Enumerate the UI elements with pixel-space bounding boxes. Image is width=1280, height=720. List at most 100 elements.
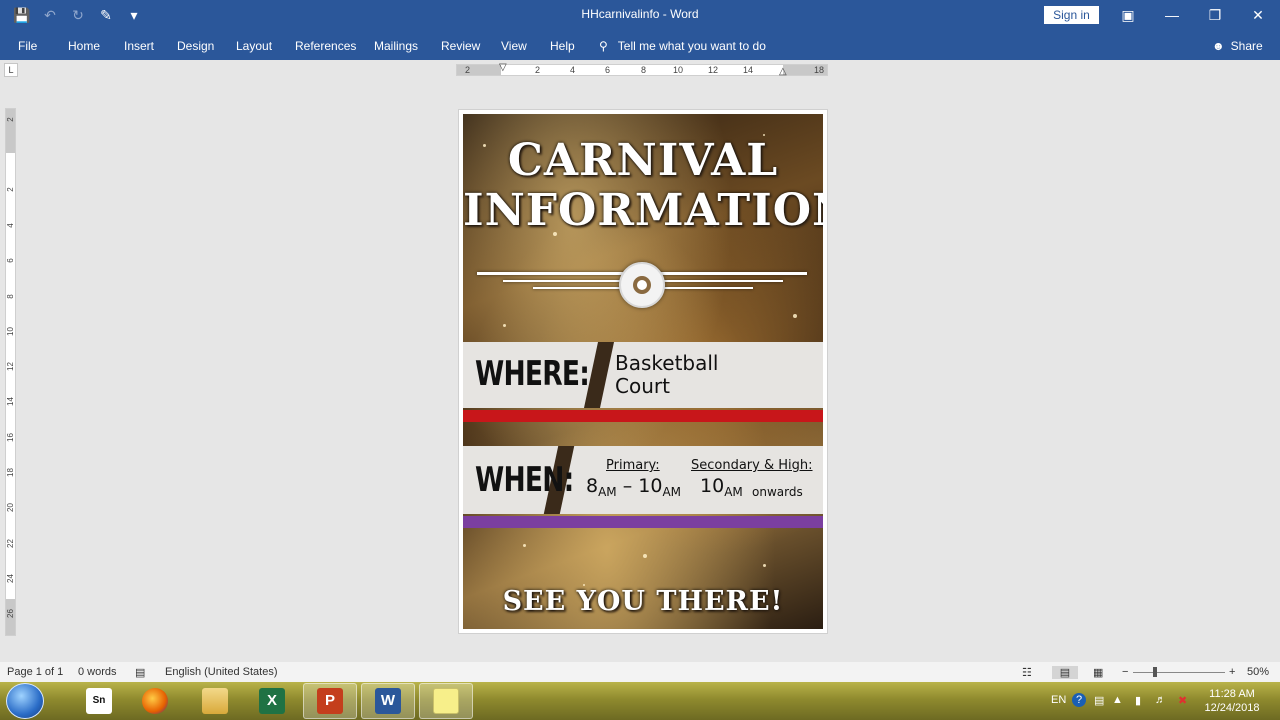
- show-hidden-icons-icon[interactable]: ▲: [1112, 694, 1123, 706]
- word-count[interactable]: 0 words: [78, 666, 117, 678]
- share-label: Share: [1230, 39, 1263, 53]
- network-icon[interactable]: ▤: [1094, 694, 1104, 707]
- where-band: WHERE: Basketball Court: [463, 342, 823, 408]
- secondary-time: 10AM: [700, 475, 743, 499]
- where-line2: Court: [615, 374, 670, 398]
- carnival-poster-image[interactable]: CARNIVAL INFORMATION WHERE: Basketball C…: [463, 114, 823, 629]
- page-count[interactable]: Page 1 of 1: [7, 666, 63, 678]
- vertical-ruler[interactable]: 2 2 4 6 8 10 12 14 16 18 20 22 24 26: [5, 108, 16, 636]
- tab-home[interactable]: Home: [68, 39, 100, 53]
- poster-title-line2: INFORMATION: [463, 185, 823, 236]
- sticky-notes-icon: [433, 688, 459, 714]
- ribbon-display-options-icon[interactable]: ▣: [1116, 4, 1140, 26]
- clock-time: 11:28 AM: [1209, 688, 1255, 700]
- when-label: WHEN:: [475, 460, 574, 500]
- when-band: WHEN: Primary: Secondary & High: 8AM – 1…: [463, 446, 823, 514]
- ruler-tick: 6: [6, 258, 15, 263]
- sparkle: [643, 554, 647, 558]
- ribbon-tabs: File Home Insert Design Layout Reference…: [0, 31, 1280, 60]
- where-location: Basketball Court: [615, 352, 718, 398]
- ruler-tick: 16: [6, 433, 15, 442]
- ruler-tick: 26: [6, 609, 15, 618]
- ruler-tick: 2: [6, 187, 15, 192]
- help-icon[interactable]: ?: [1072, 693, 1086, 707]
- person-icon: ☻: [1212, 39, 1225, 53]
- taskbar-snagit[interactable]: Sn: [72, 683, 126, 719]
- taskbar-word[interactable]: W: [361, 683, 415, 719]
- taskbar-sticky-notes[interactable]: [419, 683, 473, 719]
- tab-insert[interactable]: Insert: [124, 39, 154, 53]
- horizontal-ruler[interactable]: 2 2 4 6 8 10 12 14 18 ▽ △: [456, 63, 828, 77]
- tab-view[interactable]: View: [501, 39, 527, 53]
- ruler-tick: 12: [6, 362, 15, 371]
- sign-in-button[interactable]: Sign in: [1044, 6, 1099, 24]
- snagit-icon: Sn: [86, 688, 112, 714]
- ruler-tick: 2: [6, 117, 15, 122]
- folder-icon: [202, 688, 228, 714]
- input-language[interactable]: EN: [1051, 694, 1066, 706]
- emblem-icon: [619, 262, 665, 308]
- zoom-slider-thumb[interactable]: [1153, 667, 1157, 677]
- battery-icon[interactable]: ▮: [1135, 694, 1141, 707]
- zoom-level[interactable]: 50%: [1247, 666, 1269, 678]
- red-stripe: [463, 410, 823, 422]
- action-center-icon[interactable]: ✖: [1178, 694, 1187, 707]
- tab-layout[interactable]: Layout: [236, 39, 272, 53]
- web-layout-icon[interactable]: ▦: [1093, 666, 1103, 679]
- primary-start: 8: [586, 475, 599, 497]
- title-bar: 💾 ↶ ↻ ✎ ▾ HHcarnivalinfo - Word Sign in …: [0, 0, 1280, 31]
- secondary-onwards: onwards: [752, 485, 803, 499]
- taskbar-excel[interactable]: X: [245, 683, 299, 719]
- close-icon[interactable]: ✕: [1246, 4, 1270, 26]
- ruler-tick: 10: [6, 327, 15, 336]
- proofing-icon[interactable]: ▤: [135, 666, 145, 679]
- ruler-tick: 10: [673, 65, 684, 75]
- taskbar-file-explorer[interactable]: [188, 683, 242, 719]
- tell-me-box[interactable]: ⚲ Tell me what you want to do: [599, 39, 766, 53]
- zoom-out-icon[interactable]: −: [1122, 666, 1128, 678]
- ruler-tick: 2: [535, 65, 541, 75]
- start-button[interactable]: [6, 683, 44, 719]
- tab-references[interactable]: References: [295, 39, 356, 53]
- ruler-tick: 22: [6, 539, 15, 548]
- ruler-tick: 8: [6, 294, 15, 299]
- tab-selector[interactable]: L: [4, 63, 18, 77]
- tab-file[interactable]: File: [18, 39, 37, 53]
- ruler-tick: 18: [6, 468, 15, 477]
- zoom-slider[interactable]: [1133, 672, 1225, 673]
- taskbar-powerpoint[interactable]: P: [303, 683, 357, 719]
- secondary-unit: AM: [724, 485, 743, 499]
- read-mode-icon[interactable]: ☷: [1022, 666, 1032, 679]
- right-indent-marker[interactable]: △: [779, 67, 787, 77]
- firefox-icon: [142, 688, 168, 714]
- lightbulb-icon: ⚲: [599, 39, 608, 53]
- sparkle: [503, 324, 506, 327]
- sparkle: [793, 314, 797, 318]
- tab-mailings[interactable]: Mailings: [374, 39, 418, 53]
- zoom-in-icon[interactable]: +: [1229, 666, 1235, 678]
- ruler-tick: 4: [570, 65, 576, 75]
- sparkle: [763, 564, 766, 567]
- document-page[interactable]: CARNIVAL INFORMATION WHERE: Basketball C…: [458, 109, 828, 634]
- ruler-margin-left: [457, 65, 501, 75]
- volume-icon[interactable]: ♬: [1155, 694, 1166, 706]
- taskbar-firefox[interactable]: [128, 683, 182, 719]
- primary-time: 8AM – 10AM: [586, 475, 681, 499]
- tab-help[interactable]: Help: [550, 39, 575, 53]
- tab-review[interactable]: Review: [441, 39, 480, 53]
- where-label: WHERE:: [475, 354, 590, 394]
- minimize-icon[interactable]: —: [1160, 4, 1184, 26]
- taskbar: Sn X P W EN ? ▤ ▲ ▮ ♬ ✖ 11:28 AM 12/24/2…: [0, 682, 1280, 720]
- print-layout-icon[interactable]: ▤: [1052, 666, 1078, 679]
- tell-me-label: Tell me what you want to do: [617, 39, 766, 53]
- ruler-tick: 14: [743, 65, 754, 75]
- share-button[interactable]: ☻ Share: [1212, 39, 1263, 53]
- first-line-indent-marker[interactable]: ▽: [499, 63, 507, 73]
- language[interactable]: English (United States): [165, 666, 278, 678]
- ruler-tick: 18: [814, 65, 825, 75]
- system-clock[interactable]: 11:28 AM 12/24/2018: [1196, 687, 1268, 715]
- restore-icon[interactable]: ❐: [1203, 4, 1227, 26]
- primary-start-unit: AM: [598, 485, 617, 499]
- tab-design[interactable]: Design: [177, 39, 214, 53]
- primary-heading: Primary:: [606, 458, 660, 473]
